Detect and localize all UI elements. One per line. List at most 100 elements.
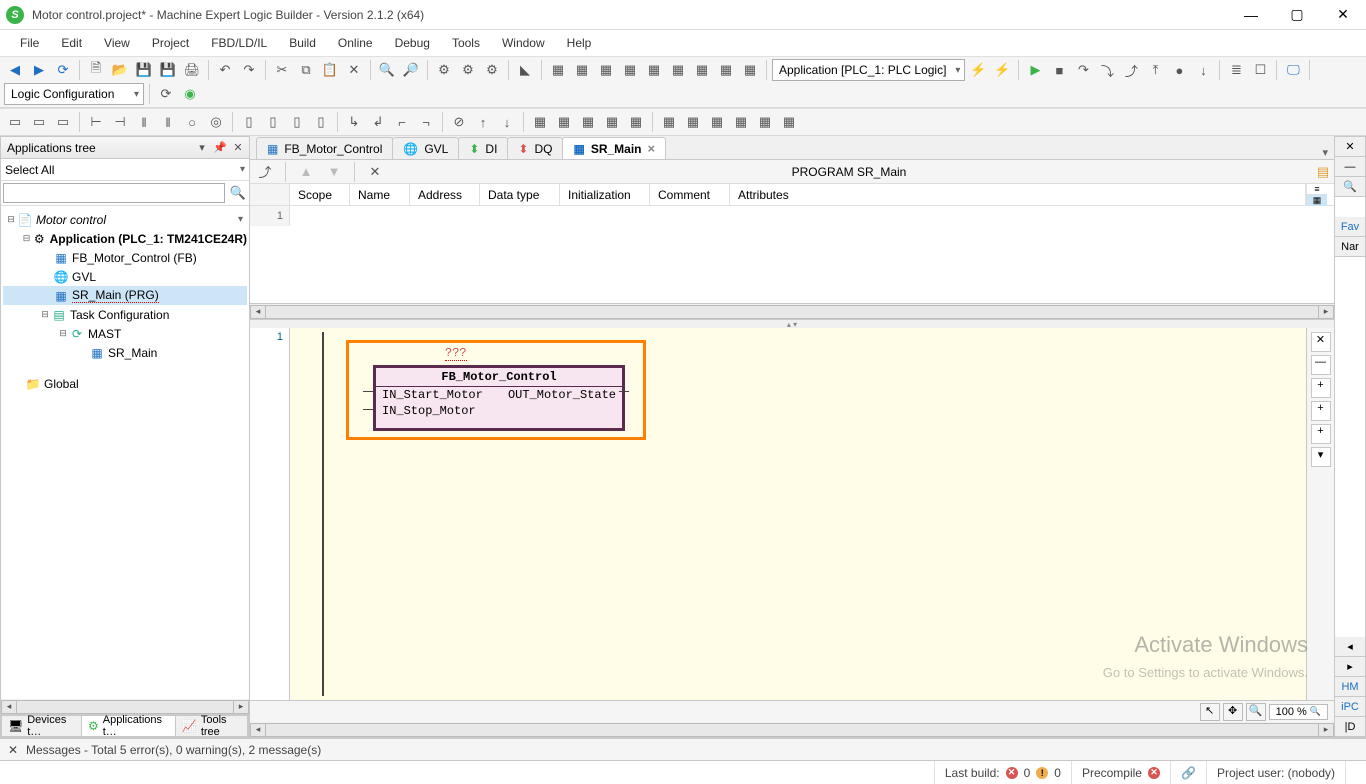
chevron-down-icon[interactable]: ▾ — [240, 164, 245, 175]
doc-tab-dq[interactable]: ⬍ DQ — [507, 137, 563, 159]
find-icon[interactable]: 🔍 — [376, 59, 398, 81]
doc-tab-gvl[interactable]: 🌐 GVL — [392, 137, 459, 159]
coil-icon[interactable]: ◎ — [205, 111, 227, 133]
menu-view[interactable]: View — [94, 32, 140, 54]
step-over-icon[interactable]: ⤴ — [1120, 59, 1142, 81]
tool-icon[interactable]: ▦ — [682, 111, 704, 133]
doc-tab-fb-motor[interactable]: ▦ FB_Motor_Control — [256, 137, 393, 159]
step-out-icon[interactable]: ⤒ — [1144, 59, 1166, 81]
menu-edit[interactable]: Edit — [51, 32, 92, 54]
refresh-icon[interactable]: ⟳ — [155, 83, 177, 105]
close-icon[interactable]: ✕ — [6, 743, 20, 757]
new-icon[interactable]: 🗎 — [85, 59, 107, 81]
tool-icon[interactable]: ▦ — [529, 111, 551, 133]
fb-input-pin[interactable]: IN_Start_Motor — [382, 388, 483, 402]
tool-icon[interactable]: ▦ — [643, 59, 665, 81]
contact-icon[interactable]: ‖ — [157, 111, 179, 133]
tree-node-global[interactable]: 📁 Global — [3, 374, 247, 393]
stop-icon[interactable]: ■ — [1048, 59, 1070, 81]
step-into-icon[interactable]: ⤵ — [1096, 59, 1118, 81]
col-scope[interactable]: Scope — [290, 184, 350, 205]
coil-icon[interactable]: ○ — [181, 111, 203, 133]
network-icon[interactable]: ▭ — [52, 111, 74, 133]
run-icon[interactable]: ▶ — [1024, 59, 1046, 81]
ld-icon[interactable]: ⊢ — [85, 111, 107, 133]
network-icon[interactable]: ▭ — [4, 111, 26, 133]
search-icon[interactable]: 🔍 — [1335, 177, 1365, 197]
logic-config-combo[interactable]: Logic Configuration — [4, 83, 144, 105]
maximize-button[interactable]: ▢ — [1274, 0, 1320, 30]
tool-icon[interactable]: ▦ — [778, 111, 800, 133]
watch-icon[interactable]: ☐ — [1249, 59, 1271, 81]
declaration-grid[interactable]: Scope Name Address Data type Initializat… — [250, 184, 1334, 304]
edge-icon[interactable]: ↑ — [472, 111, 494, 133]
search-icon[interactable]: 🔍 — [227, 182, 249, 204]
close-icon[interactable]: ✕ — [1311, 332, 1331, 352]
nav-home-icon[interactable]: ⟳ — [52, 59, 74, 81]
cut-icon[interactable]: ✂ — [271, 59, 293, 81]
tree-node-application[interactable]: ⊟⚙ Application (PLC_1: TM241CE24R) — [3, 229, 247, 248]
up-icon[interactable]: ▲ — [295, 161, 317, 183]
tree-node-gvl[interactable]: 🌐 GVL — [3, 267, 247, 286]
tree-node-sr-main[interactable]: ▦ SR_Main (PRG) — [3, 286, 247, 305]
tree-node-fb-motor[interactable]: ▦ FB_Motor_Control (FB) — [3, 248, 247, 267]
col-name[interactable]: Name — [350, 184, 410, 205]
menu-online[interactable]: Online — [328, 32, 383, 54]
status-icon[interactable]: 🔗 — [1170, 761, 1206, 784]
tool-icon[interactable]: + — [1311, 378, 1331, 398]
options-icon[interactable]: ▤ — [1312, 161, 1334, 183]
doc-tab-di[interactable]: ⬍ DI — [458, 137, 508, 159]
rebuild-icon[interactable]: ⚙ — [457, 59, 479, 81]
nav-fwd-icon[interactable]: ▶ — [28, 59, 50, 81]
tool-icon[interactable]: ▦ — [706, 111, 728, 133]
step-icon[interactable]: ↷ — [1072, 59, 1094, 81]
bookmark-icon[interactable]: ◣ — [514, 59, 536, 81]
right-scroll-right[interactable]: ▸ — [1335, 657, 1365, 677]
panel-dropdown-icon[interactable]: ▾ — [195, 141, 209, 154]
jump-icon[interactable]: ↳ — [343, 111, 365, 133]
box-icon[interactable]: ▯ — [286, 111, 308, 133]
copy-icon[interactable]: ⧉ — [295, 59, 317, 81]
print-icon[interactable]: 🖨 — [181, 59, 203, 81]
branch-icon[interactable]: ¬ — [415, 111, 437, 133]
menu-file[interactable]: File — [10, 32, 49, 54]
col-init[interactable]: Initialization — [560, 184, 650, 205]
applications-tree[interactable]: ⊟📄 Motor control ▾ ⊟⚙ Application (PLC_1… — [1, 206, 249, 699]
saveall-icon[interactable]: 💾 — [157, 59, 179, 81]
logout-icon[interactable]: ⚡ — [991, 59, 1013, 81]
cursor-icon[interactable]: ↓ — [1192, 59, 1214, 81]
screen-icon[interactable]: 🖵 — [1282, 59, 1304, 81]
findnext-icon[interactable]: 🔎 — [400, 59, 422, 81]
open-icon[interactable]: 📂 — [109, 59, 131, 81]
branch-icon[interactable]: ⌐ — [391, 111, 413, 133]
decl-tabular-icon[interactable]: ▦ — [1307, 195, 1327, 206]
canvas-hscroll[interactable]: ◂▸ — [250, 722, 1334, 738]
tool-icon[interactable]: ▦ — [625, 111, 647, 133]
return-icon[interactable]: ↲ — [367, 111, 389, 133]
right-scroll-left[interactable]: ◂ — [1335, 637, 1365, 657]
tool-icon[interactable]: ▦ — [553, 111, 575, 133]
split-grip[interactable]: ▴ ▾ — [250, 320, 1334, 328]
save-icon[interactable]: 💾 — [133, 59, 155, 81]
menu-help[interactable]: Help — [557, 32, 602, 54]
fb-selection[interactable]: ??? FB_Motor_Control IN_Start_Motor OUT_… — [346, 340, 646, 440]
tool-icon[interactable]: ▦ — [595, 59, 617, 81]
messages-bar[interactable]: ✕ Messages - Total 5 error(s), 0 warning… — [0, 738, 1366, 760]
login-icon[interactable]: ⚡ — [967, 59, 989, 81]
delete-icon[interactable]: ✕ — [343, 59, 365, 81]
tool-icon[interactable]: + — [1311, 401, 1331, 421]
negate-icon[interactable]: ⊘ — [448, 111, 470, 133]
pan-icon[interactable]: ✥ — [1223, 703, 1243, 721]
col-comment[interactable]: Comment — [650, 184, 730, 205]
delete-icon[interactable]: ✕ — [364, 161, 386, 183]
right-ipc-tab[interactable]: iPC — [1335, 697, 1365, 717]
fb-instance-name[interactable]: ??? — [445, 346, 467, 361]
undo-icon[interactable]: ↶ — [214, 59, 236, 81]
fbd-canvas[interactable]: ??? FB_Motor_Control IN_Start_Motor OUT_… — [290, 328, 1306, 700]
tree-search-input[interactable] — [3, 183, 225, 203]
tool-icon[interactable]: ▦ — [658, 111, 680, 133]
menu-project[interactable]: Project — [142, 32, 199, 54]
down-icon[interactable]: ▼ — [323, 161, 345, 183]
right-tab[interactable]: — — [1335, 157, 1365, 177]
col-attributes[interactable]: Attributes — [730, 184, 1306, 205]
